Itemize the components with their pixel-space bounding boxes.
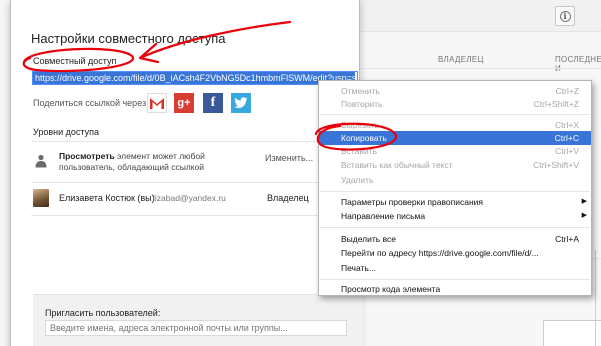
menu-item-cut[interactable]: Вырезать Ctrl+X <box>319 119 591 131</box>
menu-item-label: Вырезать <box>341 120 379 130</box>
menu-item-label: Печать... <box>341 263 376 273</box>
invite-panel: Пригласить пользователей: <box>33 294 363 346</box>
menu-item-inspect-element[interactable]: Просмотр кода элемента <box>319 283 591 295</box>
menu-item-go-to-address[interactable]: Перейти по адресу https://drive.google.c… <box>319 247 591 259</box>
google-plus-icon[interactable]: g+ <box>174 93 194 113</box>
menu-separator <box>320 191 590 192</box>
column-header-owner[interactable]: ВЛАДЕЛЕЦ <box>438 55 484 64</box>
menu-item-label: Повторить <box>341 99 383 109</box>
menu-item-copy[interactable]: Копировать Ctrl+C <box>319 131 591 145</box>
column-header-last-modified[interactable]: ПОСЛЕДНЕЕ И <box>555 55 601 73</box>
menu-separator <box>320 227 590 228</box>
permission-level: Просмотреть <box>59 151 115 161</box>
gmail-icon[interactable] <box>147 93 167 113</box>
menu-item-label: Направление письма <box>341 211 426 221</box>
menu-item-shortcut: Ctrl+A <box>555 234 579 244</box>
menu-item-shortcut: Ctrl+Shift+V <box>533 160 579 170</box>
share-link-url[interactable]: https://drive.google.com/file/d/0B_iACsh… <box>33 72 355 84</box>
menu-item-shortcut: Ctrl+X <box>555 120 579 130</box>
context-menu: Отменить Ctrl+Z Повторить Ctrl+Shift+Z В… <box>318 80 592 296</box>
share-link-label: Совместный доступ <box>33 56 117 66</box>
menu-item-redo[interactable]: Повторить Ctrl+Shift+Z <box>319 98 591 110</box>
menu-item-label: Параметры проверки правописания <box>341 197 484 207</box>
menu-item-label: Вставить как обычный текст <box>341 160 453 170</box>
permission-description: Просмотреть элемент может любой пользова… <box>59 151 259 173</box>
invite-input[interactable] <box>45 320 347 336</box>
menu-item-shortcut: Ctrl+V <box>555 146 579 156</box>
owner-name: Елизавета Костюк (вы) <box>59 193 155 203</box>
menu-item-label: Перейти по адресу https://drive.google.c… <box>341 248 539 258</box>
menu-item-select-all[interactable]: Выделить все Ctrl+A <box>319 233 591 245</box>
permission-row-link: Просмотреть элемент может любой пользова… <box>31 151 357 177</box>
divider <box>31 215 357 216</box>
avatar <box>33 189 49 207</box>
divider <box>31 182 357 183</box>
menu-separator <box>320 114 590 115</box>
menu-item-undo[interactable]: Отменить Ctrl+Z <box>319 85 591 97</box>
permission-row-owner: Елизавета Костюк (вы) lizabad@yandex.ru … <box>31 189 357 209</box>
twitter-icon[interactable] <box>231 93 251 113</box>
menu-item-paste[interactable]: Вставить Ctrl+V <box>319 145 591 157</box>
menu-item-label: Отменить <box>341 86 380 96</box>
menu-item-shortcut: Ctrl+C <box>554 133 579 143</box>
menu-item-delete[interactable]: Удалить <box>319 174 591 186</box>
submenu-arrow-icon: ▶ <box>581 198 587 205</box>
menu-item-label: Копировать <box>341 133 387 143</box>
change-permission-link[interactable]: Изменить... <box>265 153 313 163</box>
dialog-title: Настройки совместного доступа <box>31 31 226 46</box>
menu-item-writing-direction[interactable]: Направление письма ▶ <box>319 210 591 222</box>
owner-role: Владелец <box>267 193 309 203</box>
share-link-field[interactable]: https://drive.google.com/file/d/0B_iACsh… <box>32 71 358 85</box>
sharing-settings-dialog: Настройки совместного доступа Совместный… <box>10 0 363 346</box>
submenu-arrow-icon: ▶ <box>581 212 587 219</box>
facebook-icon[interactable]: f <box>203 93 223 113</box>
background-divider <box>595 250 596 346</box>
menu-item-shortcut: Ctrl+Z <box>555 86 579 96</box>
menu-separator <box>320 279 590 280</box>
change-permission-label[interactable]: Изменить... <box>265 153 313 163</box>
owner-email: lizabad@yandex.ru <box>153 193 226 203</box>
menu-item-spellcheck[interactable]: Параметры проверки правописания ▶ <box>319 196 591 208</box>
menu-item-label: Выделить все <box>341 234 396 244</box>
person-icon <box>35 154 47 168</box>
menu-item-label: Удалить <box>341 175 374 185</box>
invite-label: Пригласить пользователей: <box>45 308 161 318</box>
menu-item-label: Просмотр кода элемента <box>341 284 441 294</box>
menu-item-shortcut: Ctrl+Shift+Z <box>533 99 579 109</box>
divider <box>31 141 357 142</box>
background-panel <box>543 320 601 346</box>
menu-item-paste-plain[interactable]: Вставить как обычный текст Ctrl+Shift+V <box>319 159 591 171</box>
access-levels-title: Уровни доступа <box>33 127 99 137</box>
menu-item-print[interactable]: Печать... <box>319 262 591 274</box>
share-via-label: Поделиться ссылкой через: <box>33 98 149 108</box>
menu-item-label: Вставить <box>341 146 378 156</box>
background-divider <box>360 68 601 69</box>
info-button[interactable]: i <box>555 6 575 26</box>
info-icon: i <box>559 10 571 22</box>
